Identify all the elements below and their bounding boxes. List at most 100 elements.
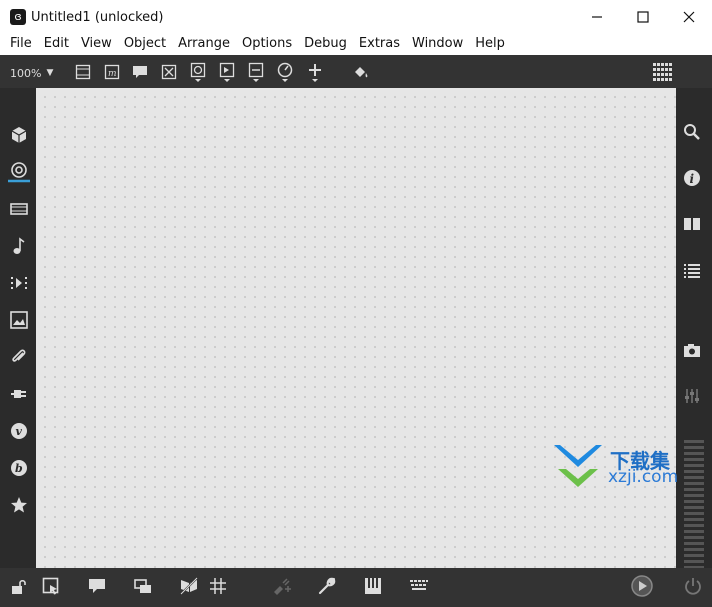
image-icon [10, 311, 28, 329]
dial-icon [277, 62, 293, 82]
sidebar-inspector[interactable]: i [682, 168, 702, 188]
new-number-button[interactable] [218, 62, 236, 82]
menu-object[interactable]: Object [118, 33, 172, 55]
plug-icon [11, 390, 26, 398]
comment-icon [89, 579, 105, 593]
info-icon: i [684, 170, 700, 186]
new-message-button[interactable]: m [103, 63, 121, 81]
maximize-icon [637, 10, 649, 23]
play-transport-button[interactable] [630, 574, 654, 598]
menu-bar: File Edit View Object Arrange Options De… [0, 33, 712, 55]
zoom-value: 100% [10, 66, 42, 80]
menu-options[interactable]: Options [236, 33, 298, 55]
hide-objects-button[interactable] [178, 576, 200, 596]
menu-extras[interactable]: Extras [353, 33, 406, 55]
sidebar-favorites[interactable] [9, 495, 29, 515]
b-circle-icon: b [11, 460, 27, 476]
add-plugin-button[interactable] [270, 576, 292, 596]
sidebar-beap[interactable]: b [9, 458, 29, 478]
sidebar-mixer[interactable] [682, 386, 702, 406]
book-icon [684, 218, 700, 230]
svg-text:v: v [16, 425, 23, 438]
menu-arrange[interactable]: Arrange [172, 33, 236, 55]
cube-icon [11, 127, 27, 143]
midi-keyboard-button[interactable] [362, 576, 384, 596]
piano-keys-icon [365, 578, 381, 594]
new-dial-button[interactable] [276, 62, 294, 82]
unlock-icon [12, 579, 26, 594]
hide-flag-icon [180, 577, 198, 595]
star-icon [11, 497, 27, 513]
number-box-icon [219, 62, 235, 82]
computer-keyboard-button[interactable] [408, 576, 430, 596]
sidebar-media[interactable] [9, 273, 29, 293]
maximize-button[interactable] [620, 0, 666, 33]
new-view-button[interactable] [132, 576, 154, 596]
watermark: 下载集 xzji.com [552, 443, 692, 491]
sidebar-vst[interactable]: v [9, 421, 29, 441]
window-title: Untitled1 (unlocked) [31, 10, 164, 25]
grid-toggle-button[interactable] [207, 576, 229, 596]
svg-text:b: b [15, 462, 23, 475]
plug-add-icon [274, 578, 291, 595]
new-slider-button[interactable] [247, 62, 265, 82]
new-comment-bottom-button[interactable] [86, 576, 108, 596]
sidebar-music[interactable] [9, 236, 29, 256]
grid-view-button[interactable] [652, 63, 674, 81]
music-note-icon [13, 237, 25, 254]
toggle-icon [161, 64, 177, 80]
sidebar-snapshot[interactable] [682, 340, 702, 360]
presentation-icon [42, 577, 59, 595]
lock-button[interactable] [9, 577, 29, 597]
menu-file[interactable]: File [4, 33, 38, 55]
presentation-button[interactable] [40, 576, 62, 596]
plus-icon [309, 64, 321, 82]
power-icon [685, 578, 701, 595]
sidebar-images[interactable] [9, 310, 29, 330]
message-box-icon: m [104, 64, 120, 80]
new-button-object[interactable] [189, 62, 207, 82]
settings-wrench-button[interactable] [316, 576, 338, 596]
close-icon [683, 11, 695, 22]
keyboard-icon [410, 580, 428, 590]
sidebar-search[interactable] [682, 122, 702, 142]
list-icon [684, 264, 700, 278]
comment-icon [133, 66, 147, 78]
zoom-dropdown[interactable]: 100% ▼ [10, 64, 53, 82]
sidebar-object-browser[interactable] [9, 125, 29, 145]
speaker-icon [8, 162, 30, 183]
sidebar-attachments[interactable] [9, 347, 29, 367]
menu-help[interactable]: Help [469, 33, 511, 55]
menu-view[interactable]: View [75, 33, 118, 55]
sidebar-reference[interactable] [682, 214, 702, 234]
slider-icon [248, 62, 264, 82]
new-comment-button[interactable] [131, 63, 149, 81]
svg-text:i: i [690, 172, 695, 186]
new-object-button[interactable] [74, 63, 92, 81]
windows-icon [134, 579, 151, 593]
sidebar-audio[interactable] [7, 161, 31, 183]
paint-bucket-icon [355, 67, 368, 78]
sidebar-list[interactable] [682, 260, 702, 280]
svg-text:m: m [108, 69, 117, 79]
menu-window[interactable]: Window [406, 33, 469, 55]
menu-edit[interactable]: Edit [38, 33, 75, 55]
add-object-button[interactable] [306, 63, 324, 82]
paperclip-icon [12, 349, 26, 362]
menu-debug[interactable]: Debug [298, 33, 353, 55]
audio-power-button[interactable] [683, 576, 703, 596]
fill-color-button[interactable] [352, 63, 370, 81]
grid-icon [653, 63, 672, 81]
close-button[interactable] [666, 0, 712, 33]
watermark-logo-icon [554, 445, 602, 487]
sidebar-video[interactable] [9, 199, 29, 219]
patcher-canvas[interactable] [36, 88, 676, 568]
minimize-button[interactable] [574, 0, 620, 33]
grid-hash-icon [210, 578, 226, 594]
new-toggle-button[interactable] [160, 63, 178, 81]
toolbar: 100% ▼ m [0, 55, 712, 88]
sidebar-plugins[interactable] [9, 384, 29, 404]
minimize-icon [592, 15, 602, 18]
object-box-icon [75, 64, 91, 80]
app-icon: ɞ [10, 9, 26, 25]
